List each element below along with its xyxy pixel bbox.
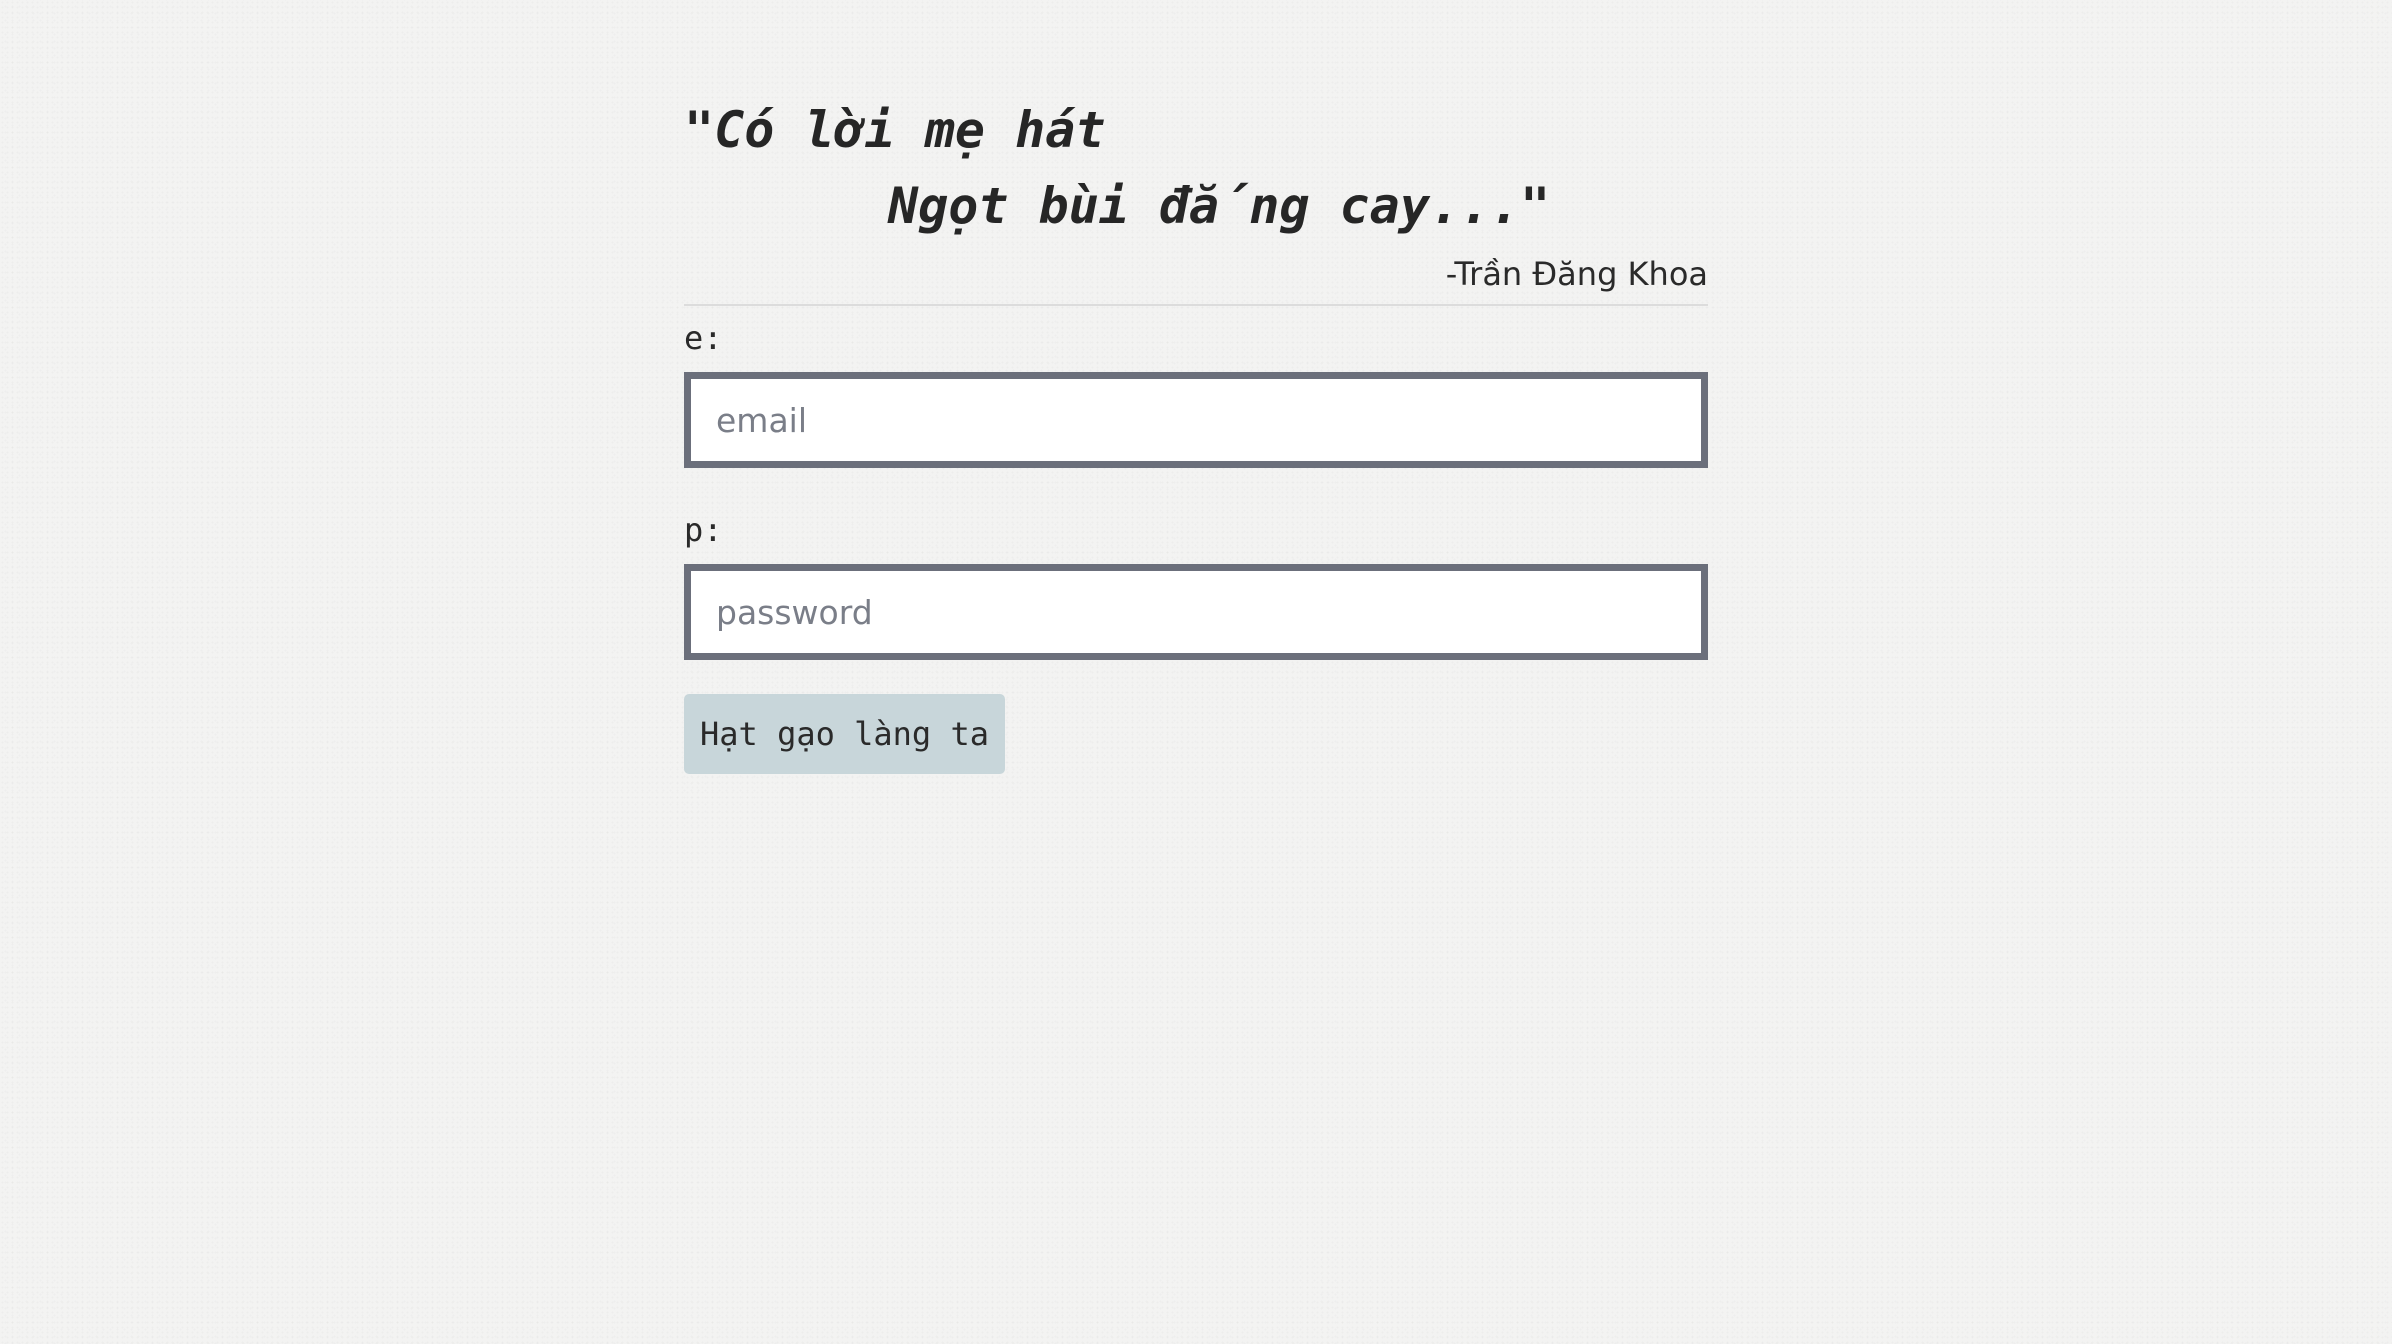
submit-button[interactable]: Hạt gạo làng ta (684, 694, 1005, 774)
quote-author: -Trần Đăng Khoa (1445, 255, 1708, 293)
quote-line-1: "Có lời mẹ hát (684, 101, 1106, 159)
password-input[interactable] (684, 564, 1708, 660)
quote: "Có lời mẹ hát Ngọt bùi đắng cay..." (684, 92, 1708, 244)
email-input[interactable] (684, 372, 1708, 468)
login-container: "Có lời mẹ hát Ngọt bùi đắng cay..." -Tr… (684, 92, 1708, 774)
quote-line-2: Ngọt bùi đắng cay..." (888, 177, 1551, 235)
email-label: e: (684, 319, 723, 357)
password-label: p: (684, 511, 723, 549)
divider (684, 304, 1708, 306)
